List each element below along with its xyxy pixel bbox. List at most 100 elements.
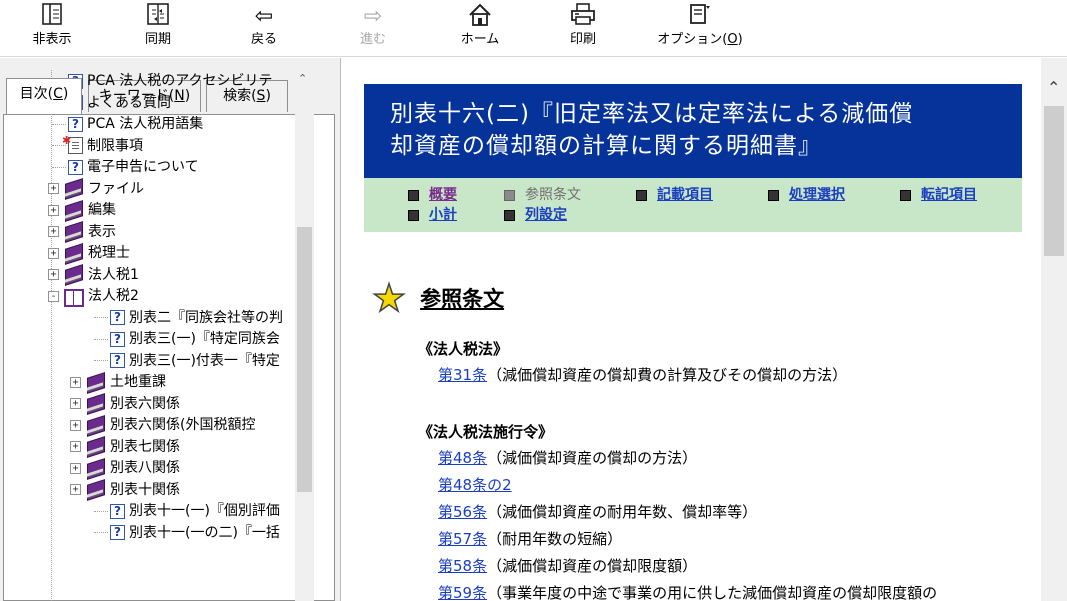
tree-connector xyxy=(94,338,108,340)
home-button[interactable]: ホーム xyxy=(450,2,510,54)
printer-icon xyxy=(555,2,611,32)
tree-item-label: 電子申告について xyxy=(87,159,199,175)
options-button[interactable]: オプション(O) xyxy=(645,2,755,54)
article-link[interactable]: 第48条 xyxy=(438,449,487,467)
section-nav: 概要 参照条文 記載項目 処理選択 転記項目 小計 列設定 xyxy=(364,178,1022,232)
sync-button[interactable]: 同期 xyxy=(128,2,188,54)
book-icon xyxy=(62,223,84,240)
tree-item[interactable]: ? 別表十一(一の二)『一括 xyxy=(94,522,280,544)
article-link[interactable]: 第31条 xyxy=(438,366,487,384)
content-pane: 別表十六(二)『旧定率法又は定率法による減価償 却資産の償却額の計算に関する明細… xyxy=(348,58,1040,601)
square-bullet-icon xyxy=(636,189,647,201)
forward-button[interactable]: ⇨ 進む xyxy=(345,2,401,54)
square-bullet-icon xyxy=(768,189,779,201)
article-entry: 第31条（減価償却資産の償却費の計算及びその償却の方法） xyxy=(438,364,847,385)
help-topic-icon: ? xyxy=(110,310,125,325)
tree-connector xyxy=(52,123,66,125)
tree-scrollbar[interactable]: ⌃ xyxy=(295,70,314,601)
tree-item[interactable]: + 別表六関係(外国税額控 xyxy=(70,414,255,436)
tree-item[interactable]: + 法人税1 xyxy=(48,264,139,286)
expand-icon[interactable]: + xyxy=(70,419,81,431)
tree-item-label: よくある質問 xyxy=(87,94,171,111)
scroll-up-icon[interactable]: ⌃ xyxy=(298,72,307,85)
print-button-label: 印刷 xyxy=(569,32,596,47)
tree-connector xyxy=(94,532,108,533)
tree-item[interactable]: ? 別表三(一)『特定同族会 xyxy=(94,328,280,350)
expand-icon[interactable]: + xyxy=(48,269,59,280)
scroll-up-icon[interactable]: ⌃ xyxy=(1047,78,1060,97)
tree-item[interactable]: ? PCA 法人税用語集 xyxy=(52,113,203,135)
tree-item[interactable]: + 別表六関係 xyxy=(70,393,180,415)
expand-icon[interactable]: + xyxy=(70,398,81,409)
content-scrollbar[interactable]: ⌃ xyxy=(1041,58,1067,601)
article-description: （減価償却資産の償却限度額） xyxy=(487,557,698,575)
expand-icon[interactable]: + xyxy=(48,183,59,194)
article-link[interactable]: 第58条 xyxy=(438,557,487,575)
tree-item-label: ファイル xyxy=(88,180,144,197)
tree-item[interactable]: + 別表八関係 xyxy=(70,457,180,479)
hide-button[interactable]: 非表示 xyxy=(22,2,82,54)
help-topic-icon: ? xyxy=(68,159,83,175)
tree-item[interactable]: + 編集 xyxy=(48,199,116,221)
content-scroll-thumb[interactable] xyxy=(1044,106,1064,256)
tree-item[interactable]: ? 電子申告について xyxy=(52,156,199,178)
tree-item[interactable]: + 税理士 xyxy=(48,242,130,264)
tree-item-label: 別表三(一)付表一『特定 xyxy=(129,352,280,369)
tree-item[interactable]: - 法人税2 xyxy=(48,285,139,307)
tree-item-label: 別表三(一)『特定同族会 xyxy=(129,331,280,347)
expand-icon[interactable]: + xyxy=(48,226,59,237)
tree-item-label: 表示 xyxy=(88,223,116,240)
collapse-icon[interactable]: - xyxy=(48,290,59,302)
back-button[interactable]: ⇦ 戻る xyxy=(236,2,292,54)
tree-item[interactable]: + 表示 xyxy=(48,221,116,243)
article-entry: 第48条の2 xyxy=(438,474,512,495)
expand-icon[interactable]: + xyxy=(70,462,81,474)
tree-scroll-thumb[interactable] xyxy=(297,227,312,492)
tree-item[interactable]: + 別表十関係 xyxy=(70,479,180,501)
forward-button-label: 進む xyxy=(359,32,386,47)
tree-item[interactable]: + 土地重課 xyxy=(70,371,166,393)
tree-item[interactable]: ? 別表二『同族会社等の判 xyxy=(94,307,283,329)
home-button-label: ホーム xyxy=(460,32,500,47)
nav-subtotal-link[interactable]: 小計 xyxy=(408,206,457,224)
tree-item-label: 別表十一(一の二)『一括 xyxy=(129,524,280,541)
article-link[interactable]: 第48条の2 xyxy=(438,476,512,494)
tree-item-label: 別表六関係 xyxy=(110,395,180,412)
hide-button-label: 非表示 xyxy=(32,32,72,47)
print-button[interactable]: 印刷 xyxy=(555,2,611,54)
back-button-label: 戻る xyxy=(250,32,277,47)
nav-reference-link: 参照条文 xyxy=(504,186,581,204)
tree-item[interactable]: ? 別表十一(一)『個別評価 xyxy=(94,500,280,522)
nav-processing-link[interactable]: 処理選択 xyxy=(768,186,845,204)
expand-icon[interactable]: + xyxy=(48,204,59,216)
nav-transfer-link[interactable]: 転記項目 xyxy=(900,186,977,204)
article-link[interactable]: 第57条 xyxy=(438,530,487,548)
book-icon xyxy=(84,395,106,412)
expand-icon[interactable]: + xyxy=(70,484,81,495)
tree-item[interactable]: ? 別表三(一)付表一『特定 xyxy=(94,350,280,372)
article-link[interactable]: 第59条 xyxy=(438,584,487,601)
nav-columns-link[interactable]: 列設定 xyxy=(504,206,567,224)
article-description: （事業年度の中途で事業の用に供した減価償却資産の償却限度額の xyxy=(487,584,938,601)
expand-icon[interactable]: + xyxy=(48,247,59,259)
nav-entry-items-link[interactable]: 記載項目 xyxy=(636,186,713,204)
article-link[interactable]: 第56条 xyxy=(438,503,487,521)
tree-item[interactable]: 制限事項 xyxy=(52,130,143,157)
sync-icon xyxy=(128,2,188,32)
home-icon xyxy=(450,2,510,32)
expand-icon[interactable]: + xyxy=(70,376,81,388)
help-topic-icon: ? xyxy=(110,525,125,540)
tree-item-label: 法人税1 xyxy=(88,266,139,283)
tree-item[interactable]: ?PCA 法人税のアクセシビリテ xyxy=(52,70,273,92)
book-icon xyxy=(62,202,84,219)
tree-item-label: 法人税2 xyxy=(88,288,139,304)
options-icon xyxy=(645,2,755,32)
book-icon xyxy=(62,180,84,197)
nav-overview-link[interactable]: 概要 xyxy=(408,186,457,204)
tab-contents[interactable]: 目次(C) xyxy=(6,78,82,114)
tree-item[interactable]: + 別表七関係 xyxy=(70,436,180,458)
expand-icon[interactable]: + xyxy=(70,441,81,452)
square-bullet-icon xyxy=(900,189,911,201)
tree-item[interactable]: + ファイル xyxy=(48,178,144,200)
tree-connector xyxy=(94,317,108,318)
